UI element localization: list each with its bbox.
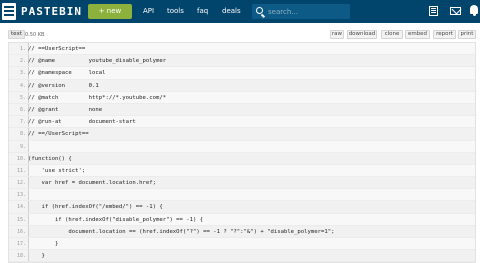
line-number: 12. xyxy=(16,180,26,187)
top-header: PASTEBIN + new paste API tools faq deals xyxy=(0,0,480,30)
line-number: 15. xyxy=(16,216,26,223)
search-box xyxy=(252,4,350,19)
line-number: 18. xyxy=(16,253,26,260)
code-line-text: if (href.indexOf("/embed/") == -1) { xyxy=(28,204,163,211)
code-view[interactable]: 1.// ==UserScript== 2.// @name youtube_di… xyxy=(8,42,476,263)
line-number: 14. xyxy=(16,204,26,211)
code-line: 1.// ==UserScript== xyxy=(9,43,475,56)
code-line-text: } xyxy=(28,253,45,260)
line-number-gutter: 18. xyxy=(9,250,29,262)
code-line-text: // @name youtube_disable_polymer xyxy=(28,58,167,65)
paste-size: 0.50 KB xyxy=(25,32,45,38)
code-line: 5.// @match http*://*.youtube.com/* xyxy=(9,91,475,104)
line-number: 3. xyxy=(19,70,26,77)
code-line-text: // @grant none xyxy=(28,106,103,113)
code-line-text: if (href.indexOf("disable_polymer") == -… xyxy=(28,216,204,223)
line-number-gutter: 2. xyxy=(9,55,29,67)
nav-faq[interactable]: faq xyxy=(197,7,208,15)
line-number-gutter: 8. xyxy=(9,128,29,140)
code-line: 6.// @grant none xyxy=(9,103,475,117)
line-number-gutter: 14. xyxy=(9,201,29,213)
code-line-text: document.location == (href.indexOf("?") … xyxy=(28,228,335,235)
messages-icon[interactable] xyxy=(450,7,461,15)
paste-toolbar: text 0.50 KB raw download clone embed re… xyxy=(0,27,480,41)
line-number-gutter: 4. xyxy=(9,79,29,91)
code-line-text: 'use strict'; xyxy=(28,167,86,174)
line-number: 2. xyxy=(19,58,26,65)
line-number: 8. xyxy=(19,131,26,138)
pastebin-logo-icon[interactable] xyxy=(2,3,16,20)
line-number: 13. xyxy=(16,192,26,199)
code-line: 3.// @namespace local xyxy=(9,67,475,80)
code-line: 12. var href = document.location.href; xyxy=(9,177,475,190)
search-icon[interactable] xyxy=(256,7,263,14)
code-line: 17. } xyxy=(9,238,475,251)
code-line: 9. xyxy=(9,140,475,153)
code-line-text: (function() { xyxy=(28,155,72,162)
line-number-gutter: 5. xyxy=(9,91,29,103)
notifications-bell-icon[interactable] xyxy=(470,5,478,16)
print-button[interactable]: print xyxy=(458,30,476,39)
search-input[interactable] xyxy=(268,4,348,19)
code-line: 8.// ==/UserScript== xyxy=(9,128,475,141)
report-button[interactable]: report xyxy=(433,30,456,39)
code-line: 10. (function() { xyxy=(9,152,475,165)
clone-button[interactable]: clone xyxy=(381,30,403,39)
line-number: 5. xyxy=(19,94,26,101)
line-number-gutter: 15. xyxy=(9,213,29,225)
line-number-gutter: 9. xyxy=(9,140,29,152)
line-number-gutter: 17. xyxy=(9,238,29,250)
line-number-gutter: 11. xyxy=(9,164,29,177)
code-line: 7.// @run-at document-start xyxy=(9,116,475,129)
syntax-tag[interactable]: text xyxy=(8,30,25,39)
my-pastes-icon[interactable] xyxy=(429,6,438,16)
line-number: 9. xyxy=(19,143,26,150)
code-line: 13. xyxy=(9,189,475,202)
code-line: 15. if (href.indexOf("disable_polymer") … xyxy=(9,213,475,226)
code-line-text: // @namespace local xyxy=(28,70,106,77)
line-number-gutter: 6. xyxy=(9,103,29,116)
brand-name[interactable]: PASTEBIN xyxy=(21,5,82,18)
line-number-gutter: 16. xyxy=(9,225,29,237)
code-line-text: // @match http*://*.youtube.com/* xyxy=(28,94,167,101)
embed-button[interactable]: embed xyxy=(405,30,430,39)
nav-tools[interactable]: tools xyxy=(167,7,184,15)
code-line-text: var href = document.location.href; xyxy=(28,180,156,187)
new-paste-button[interactable]: + new paste xyxy=(88,4,132,30)
code-line: 14. if (href.indexOf("/embed/") == -1) { xyxy=(9,201,475,214)
code-line: 18. } xyxy=(9,250,475,262)
line-number-gutter: 13. xyxy=(9,189,29,201)
line-number-gutter: 12. xyxy=(9,177,29,189)
code-line-text: // @version 0.1 xyxy=(28,82,99,89)
line-number: 6. xyxy=(19,106,26,113)
code-line-text: // ==/UserScript== xyxy=(28,131,89,138)
raw-button[interactable]: raw xyxy=(330,30,344,39)
download-button[interactable]: download xyxy=(347,30,377,39)
code-line-text: // @run-at document-start xyxy=(28,119,136,126)
line-number: 16. xyxy=(16,228,26,235)
code-line: 16. document.location == (href.indexOf("… xyxy=(9,225,475,238)
code-line-text: // ==UserScript== xyxy=(28,46,86,52)
line-number: 4. xyxy=(19,82,26,89)
line-number: 1. xyxy=(19,46,26,52)
code-line-text: } xyxy=(28,241,59,247)
line-number-gutter: 10. xyxy=(9,152,29,164)
line-number-gutter: 3. xyxy=(9,67,29,79)
line-number: 17. xyxy=(16,241,26,247)
line-number: 7. xyxy=(19,119,26,126)
code-line: 11. 'use strict'; xyxy=(9,164,475,178)
line-number: 11. xyxy=(16,167,26,174)
code-line: 4.// @version 0.1 xyxy=(9,79,475,92)
code-line: 2.// @name youtube_disable_polymer xyxy=(9,55,475,68)
nav-deals[interactable]: deals xyxy=(222,7,241,15)
line-number-gutter: 1. xyxy=(9,43,29,55)
line-number: 10. xyxy=(16,155,26,162)
nav-api[interactable]: API xyxy=(143,7,154,15)
line-number-gutter: 7. xyxy=(9,116,29,128)
